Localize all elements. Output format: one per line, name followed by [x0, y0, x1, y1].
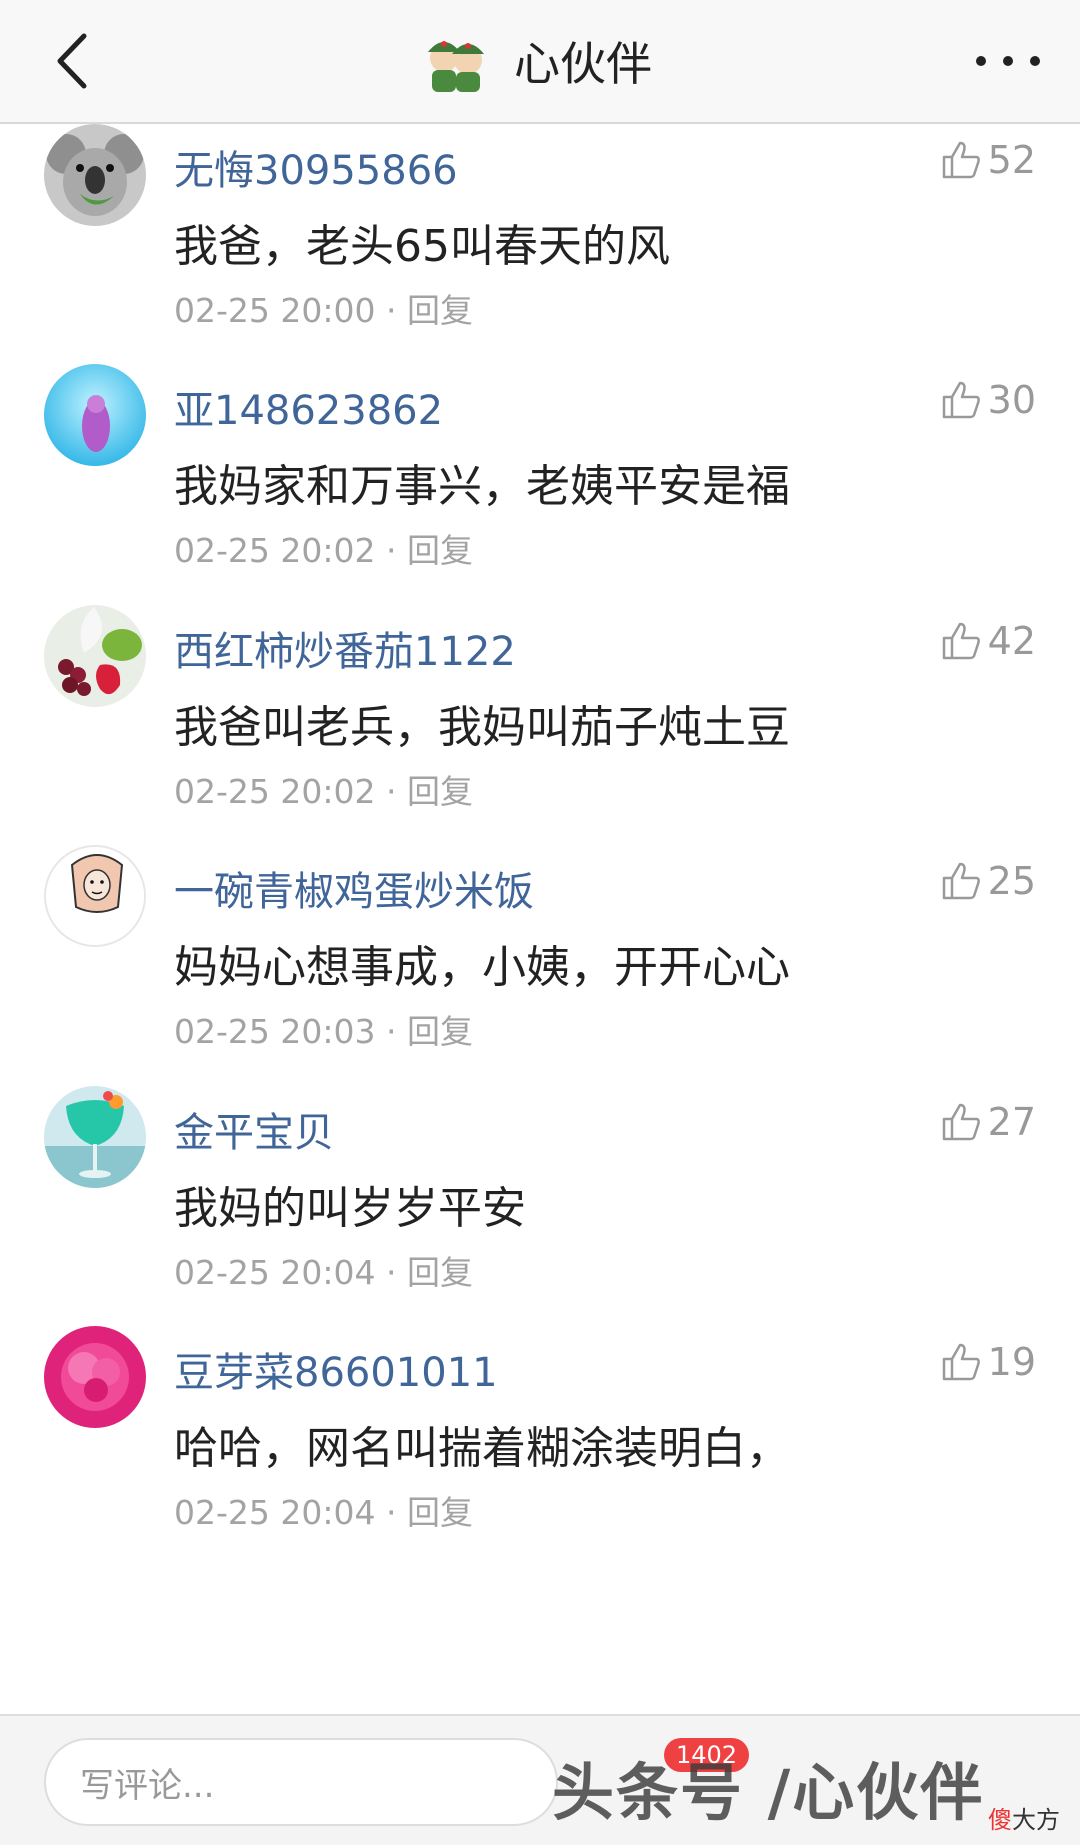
avatar[interactable]: [44, 1086, 146, 1188]
comment-text: 我爸叫老兵，我妈叫茄子炖土豆: [174, 702, 790, 753]
thumbs-up-icon: [942, 622, 980, 660]
avatar[interactable]: [44, 1326, 146, 1428]
comment-time: 02-25 20:04: [174, 1493, 376, 1532]
thumbs-up-icon: [942, 141, 980, 179]
chevron-left-icon: [57, 33, 87, 89]
comment-time: 02-25 20:02: [174, 531, 376, 570]
reply-button[interactable]: 回复: [407, 772, 473, 811]
like-count: 19: [987, 1340, 1036, 1384]
koala-avatar-icon: [44, 124, 146, 226]
bottom-comment-bar: 写评论... 1402 头条号 /心伙伴 傻大方: [0, 1714, 1080, 1845]
like-count: 42: [987, 619, 1036, 663]
thumbs-up-icon: [942, 1343, 980, 1381]
like-button[interactable]: 25: [940, 859, 1036, 903]
thumbs-up-icon: [942, 862, 980, 900]
comment-username[interactable]: 一碗青椒鸡蛋炒米饭: [174, 859, 534, 917]
reply-button[interactable]: 回复: [407, 531, 473, 570]
reply-button[interactable]: 回复: [407, 1012, 473, 1051]
comment-time: 02-25 20:00: [174, 291, 376, 330]
comment-meta: 02-25 20:00 · 回复: [174, 291, 473, 330]
like-count: 25: [987, 859, 1036, 903]
thumbs-up-icon: [942, 381, 980, 419]
fruit-avatar-icon: [44, 605, 146, 707]
reply-button[interactable]: 回复: [407, 1253, 473, 1292]
top-navigation-bar: 心伙伴: [0, 0, 1080, 124]
comment-text: 我妈的叫岁岁平安: [174, 1183, 526, 1234]
reply-button[interactable]: 回复: [407, 291, 473, 330]
comment-meta: 02-25 20:04 · 回复: [174, 1253, 473, 1292]
comment-username[interactable]: 亚148623862: [174, 378, 443, 436]
avatar[interactable]: [44, 605, 146, 707]
like-button[interactable]: 42: [940, 619, 1036, 663]
comment-username[interactable]: 金平宝贝: [174, 1100, 334, 1158]
like-button[interactable]: 27: [940, 1100, 1036, 1144]
comment-meta: 02-25 20:02 · 回复: [174, 531, 473, 570]
avatar[interactable]: [44, 845, 146, 947]
like-button[interactable]: 19: [940, 1340, 1036, 1384]
avatar[interactable]: [44, 364, 146, 466]
comment-username[interactable]: 无悔30955866: [174, 138, 458, 196]
cocktail-avatar-icon: [44, 1086, 146, 1188]
comment-time: 02-25 20:02: [174, 772, 376, 811]
more-dots-icon: [976, 56, 986, 66]
flower-avatar-icon: [44, 1326, 146, 1428]
write-comment-input[interactable]: 写评论...: [44, 1738, 558, 1826]
comment-meta: 02-25 20:04 · 回复: [174, 1493, 473, 1532]
like-button[interactable]: 30: [940, 378, 1036, 422]
watermark-small: 傻大方: [988, 1806, 1060, 1834]
comment-text: 哈哈，网名叫揣着糊涂装明白，: [174, 1423, 790, 1474]
watermark-text: 头条号 /心伙伴: [552, 1756, 985, 1829]
avatar[interactable]: [44, 124, 146, 226]
blue-figure-avatar-icon: [44, 364, 146, 466]
like-count: 27: [987, 1100, 1036, 1144]
comment-time: 02-25 20:03: [174, 1012, 376, 1051]
back-button[interactable]: [44, 28, 104, 94]
comment-item: 豆芽菜86601011 19 哈哈，网名叫揣着糊涂装明白， 02-25 20:0…: [0, 1326, 1080, 1609]
comment-text: 我爸，老头65叫春天的风: [174, 221, 670, 272]
soldiers-logo-icon: [428, 41, 484, 92]
like-count: 52: [987, 138, 1036, 182]
comment-list[interactable]: 无悔30955866 52 我爸，老头65叫春天的风 02-25 20:00 ·…: [0, 124, 1080, 1714]
page-title: 心伙伴: [514, 37, 652, 91]
comment-username[interactable]: 豆芽菜86601011: [174, 1340, 498, 1398]
thumbs-up-icon: [942, 1103, 980, 1141]
comment-meta: 02-25 20:03 · 回复: [174, 1012, 473, 1051]
comment-time: 02-25 20:04: [174, 1253, 376, 1292]
meme-avatar-icon: [46, 847, 144, 945]
account-header[interactable]: 心伙伴: [420, 28, 652, 94]
comment-meta: 02-25 20:02 · 回复: [174, 772, 473, 811]
reply-button[interactable]: 回复: [407, 1493, 473, 1532]
comment-username[interactable]: 西红柿炒番茄1122: [174, 619, 516, 677]
more-options-button[interactable]: [976, 44, 1040, 78]
like-button[interactable]: 52: [940, 138, 1036, 182]
comment-text: 我妈家和万事兴，老姨平安是福: [174, 461, 790, 512]
like-count: 30: [987, 378, 1036, 422]
comment-text: 妈妈心想事成，小姨，开开心心: [174, 942, 790, 993]
